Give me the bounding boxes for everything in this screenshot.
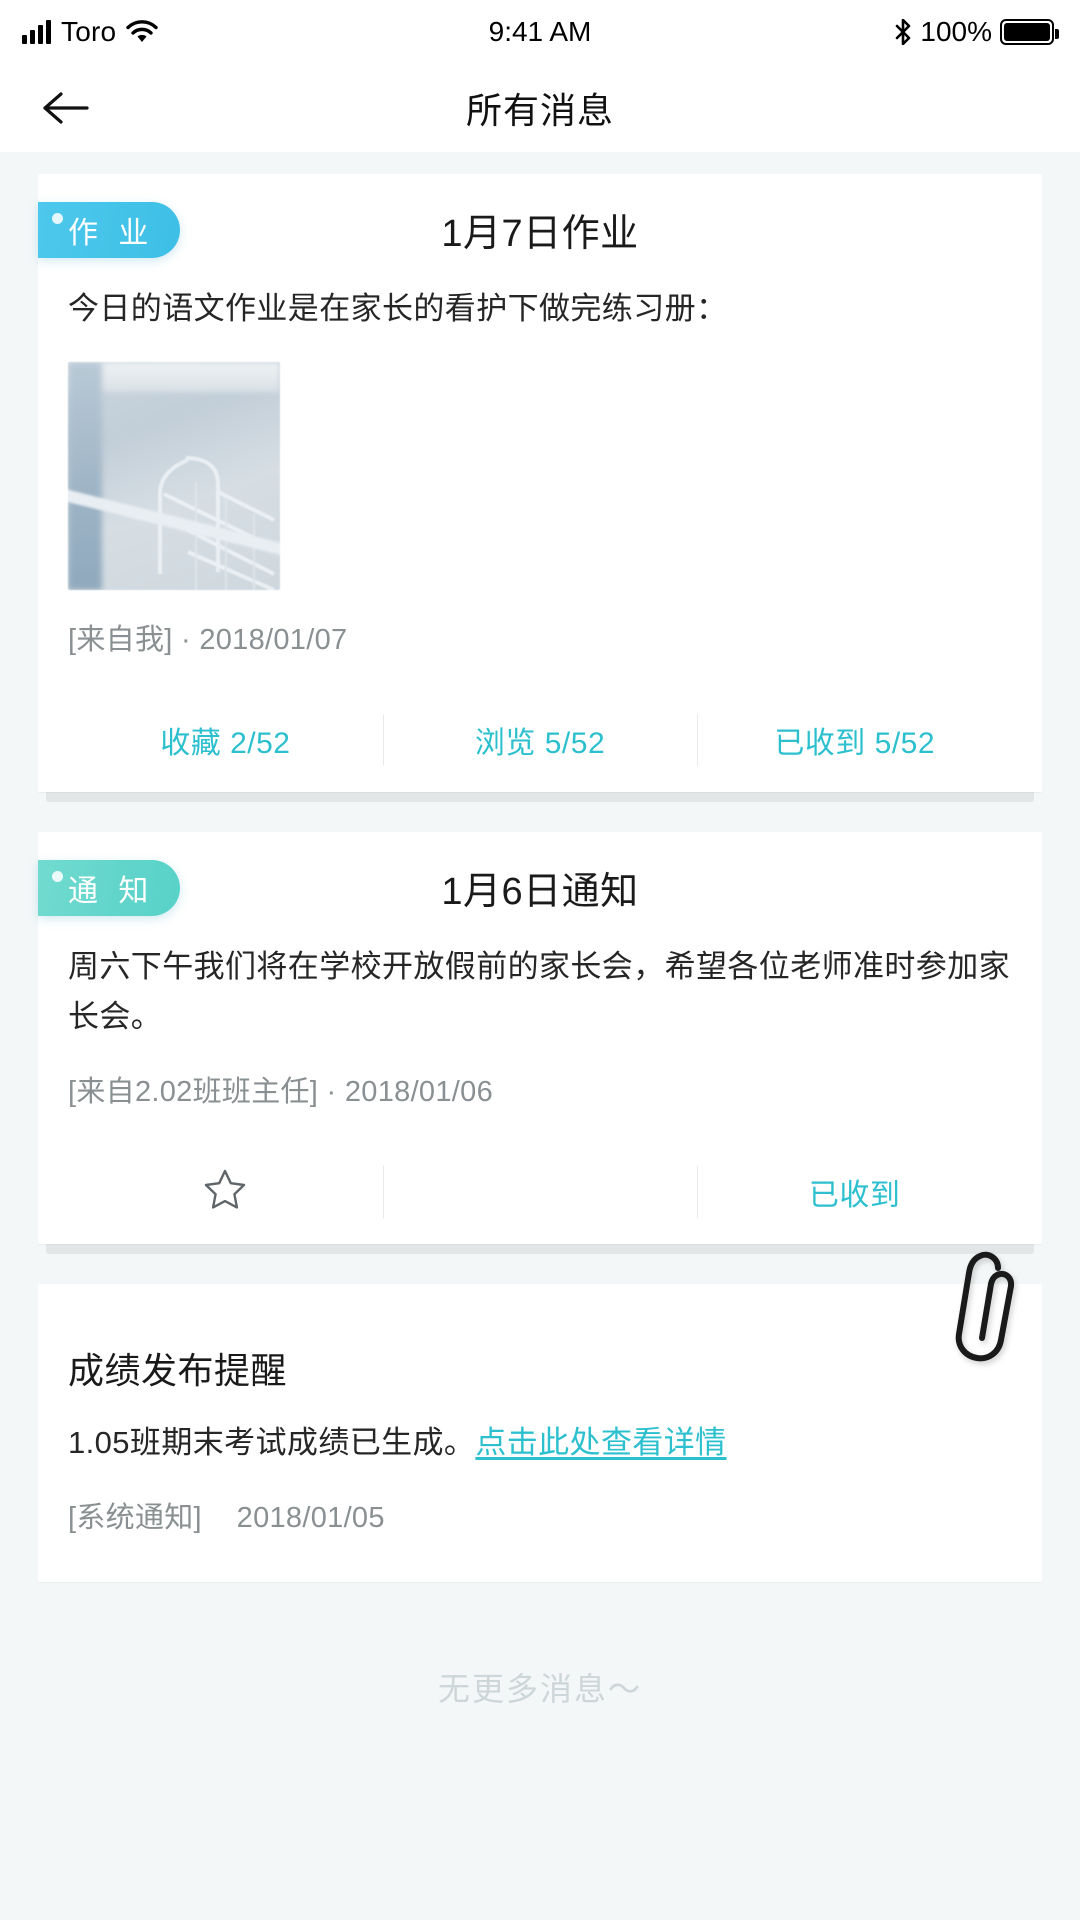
card-title: 1月6日通知 xyxy=(441,870,639,913)
action-favorite-label: 收藏 xyxy=(160,727,222,760)
page-title: 所有消息 xyxy=(465,90,614,131)
action-views-label: 浏览 xyxy=(474,727,536,760)
attachment-thumbnail[interactable] xyxy=(68,362,280,590)
card-text: 今日的语文作业是在家长的看护下做完练习册： xyxy=(68,291,728,326)
card-text: 1.05班期末考试成绩已生成。点击此处查看详情 xyxy=(68,1418,1012,1468)
card-text-plain: 1.05班期末考试成绩已生成。 xyxy=(68,1425,476,1460)
status-bar-right: 100% xyxy=(894,16,1059,48)
message-card-homework[interactable]: 作 业 1月7日作业 今日的语文作业是在家长的看护下做完练习册： [来自我] ·… xyxy=(38,174,1042,802)
action-received-count: 5/52 xyxy=(874,727,936,760)
card-body: 周六下午我们将在学校开放假前的家长会，希望各位老师准时参加家长会。 [来自2.0… xyxy=(38,942,1042,1244)
card-actions: 已收到 xyxy=(68,1140,1012,1244)
card-source: [来自2.02班班主任] xyxy=(68,1076,319,1108)
card-source: [系统通知] xyxy=(68,1502,202,1534)
card-meta: [系统通知] 2018/01/05 xyxy=(68,1494,1012,1536)
card-meta: [来自我] · 2018/01/07 xyxy=(68,616,1012,658)
card-title: 1月7日作业 xyxy=(441,212,639,255)
card-meta: [来自2.02班班主任] · 2018/01/06 xyxy=(68,1068,1012,1110)
card-meta-separator: · xyxy=(180,624,191,656)
card-date: 2018/01/05 xyxy=(236,1502,385,1534)
card-text: 周六下午我们将在学校开放假前的家长会，希望各位老师准时参加家长会。 xyxy=(68,949,1010,1034)
card-source: [来自我] xyxy=(68,624,173,656)
battery-percent-label: 100% xyxy=(920,16,992,47)
view-details-link[interactable]: 点击此处查看详情 xyxy=(475,1425,726,1460)
card-body: 今日的语文作业是在家长的看护下做完练习册： [来自我] · 2018/01/07… xyxy=(38,284,1042,792)
card-surface[interactable]: 通 知 1月6日通知 周六下午我们将在学校开放假前的家长会，希望各位老师准时参加… xyxy=(38,832,1042,1244)
card-title: 成绩发布提醒 xyxy=(68,1350,288,1391)
category-badge-notice: 通 知 xyxy=(38,860,181,916)
nav-bar: 所有消息 xyxy=(0,64,1080,152)
action-favorite-count: 2/52 xyxy=(230,727,291,760)
card-actions: 收藏 2/52 浏览 5/52 已收到 5/52 xyxy=(68,688,1012,792)
action-received[interactable]: 已收到 xyxy=(697,1170,1012,1214)
card-date: 2018/01/06 xyxy=(344,1076,494,1108)
carrier-label: Toro xyxy=(61,16,117,47)
category-badge-homework: 作 业 xyxy=(38,202,181,258)
message-list[interactable]: 作 业 1月7日作业 今日的语文作业是在家长的看护下做完练习册： [来自我] ·… xyxy=(0,152,1080,1920)
bluetooth-icon xyxy=(894,18,912,46)
paperclip-icon xyxy=(942,1246,1028,1372)
wifi-icon xyxy=(126,20,158,44)
card-meta-separator: · xyxy=(326,1076,337,1108)
battery-icon xyxy=(1000,19,1059,45)
back-button[interactable] xyxy=(30,73,100,143)
action-received-label: 已收到 xyxy=(808,1179,901,1212)
signal-icon xyxy=(22,20,51,44)
action-favorite[interactable] xyxy=(68,1167,383,1217)
star-outline-icon[interactable] xyxy=(203,1167,247,1217)
message-card-notice[interactable]: 通 知 1月6日通知 周六下午我们将在学校开放假前的家长会，希望各位老师准时参加… xyxy=(38,832,1042,1254)
card-surface[interactable]: 成绩发布提醒 1.05班期末考试成绩已生成。点击此处查看详情 [系统通知] 20… xyxy=(38,1251,1042,1582)
action-views-count: 5/52 xyxy=(544,727,606,760)
back-arrow-icon xyxy=(43,92,89,124)
card-header: 作 业 1月7日作业 xyxy=(38,174,1042,284)
card-date: 2018/01/07 xyxy=(199,624,348,656)
action-received-label: 已收到 xyxy=(774,727,866,760)
card-body: 成绩发布提醒 1.05班期末考试成绩已生成。点击此处查看详情 [系统通知] 20… xyxy=(38,1284,1042,1582)
action-favorite[interactable]: 收藏 2/52 xyxy=(68,718,383,762)
action-views[interactable]: 浏览 5/52 xyxy=(383,718,698,762)
card-header: 通 知 1月6日通知 xyxy=(38,832,1042,942)
status-bar: Toro 9:41 AM 100% xyxy=(0,0,1080,64)
list-end-label: 无更多消息～ xyxy=(437,1671,642,1707)
status-bar-left: Toro xyxy=(22,16,158,48)
message-card-system[interactable]: 成绩发布提醒 1.05班期末考试成绩已生成。点击此处查看详情 [系统通知] 20… xyxy=(38,1251,1042,1582)
thumbnail-photo xyxy=(158,456,275,590)
action-received[interactable]: 已收到 5/52 xyxy=(697,718,1012,762)
card-surface[interactable]: 作 业 1月7日作业 今日的语文作业是在家长的看护下做完练习册： [来自我] ·… xyxy=(38,174,1042,792)
